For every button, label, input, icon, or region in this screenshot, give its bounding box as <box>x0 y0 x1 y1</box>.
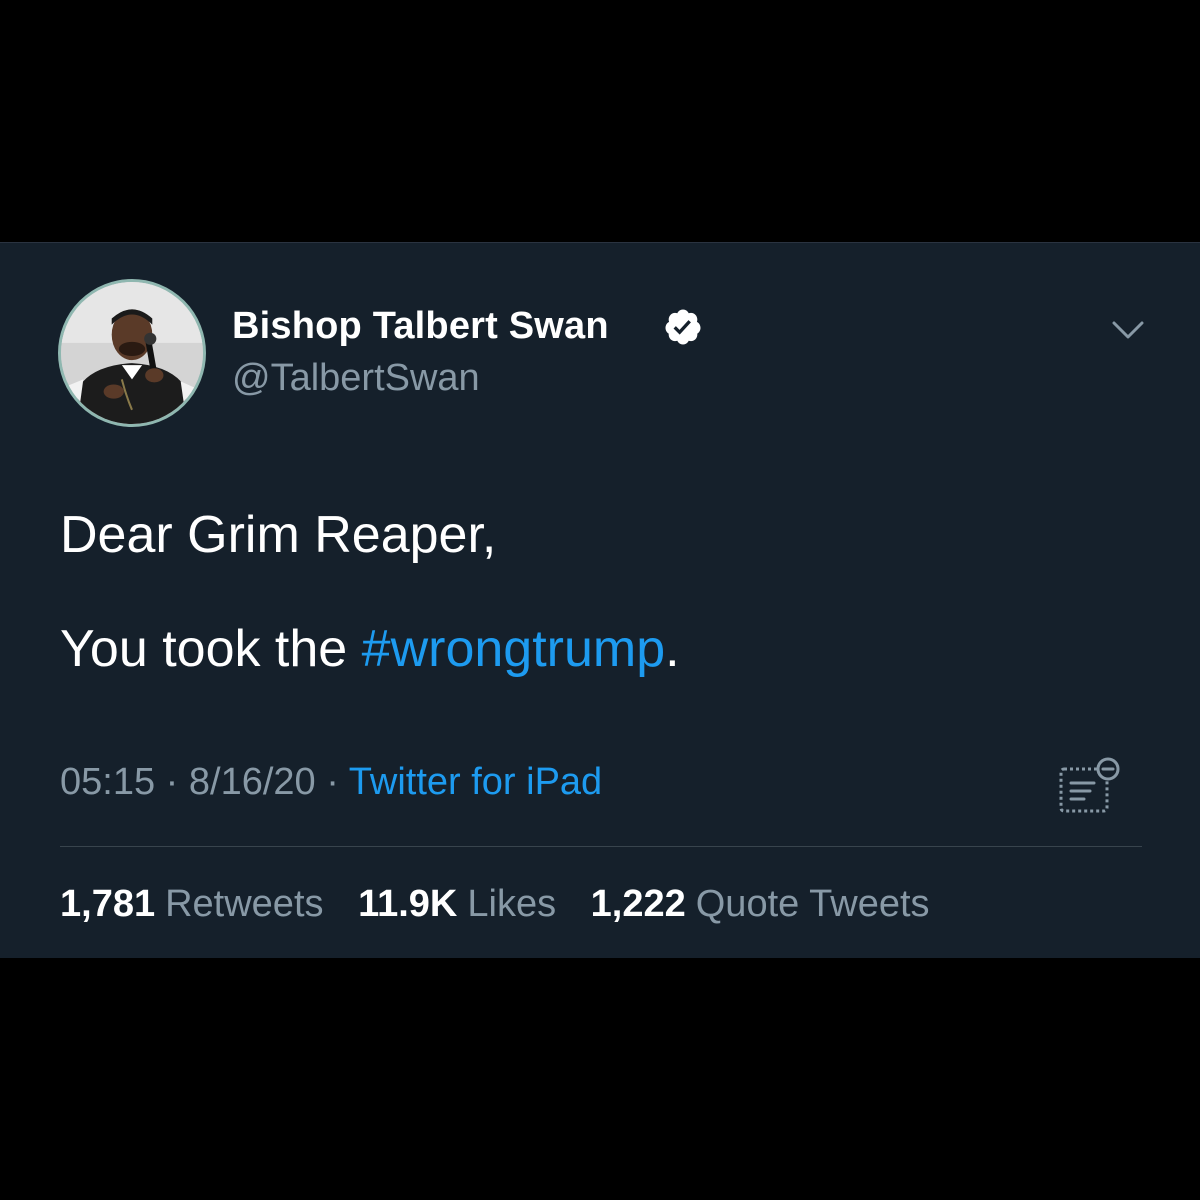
retweets-label: Retweets <box>165 883 324 925</box>
retweets-count: 1,781 <box>60 883 156 925</box>
author-display-name[interactable]: Bishop Talbert Swan <box>232 305 609 348</box>
tweet-source-link[interactable]: Twitter for iPad <box>349 761 602 803</box>
author-handle[interactable]: @TalbertSwan <box>232 357 480 400</box>
likes-label: Likes <box>467 883 557 925</box>
tweet-text-line1: Dear Grim Reaper, <box>60 506 497 564</box>
tweet-stats: 1,781 Retweets 11.9K Likes 1,222 Quote Twee… <box>60 883 954 926</box>
tweet-time[interactable]: 05:15 <box>60 761 155 803</box>
chevron-down-icon[interactable] <box>1108 315 1148 345</box>
tweet-text-prefix: You took the <box>60 620 362 678</box>
tweet-text-suffix: . <box>665 620 680 678</box>
tweet-card: Bishop Talbert Swan @TalbertSwan Dear Gr… <box>0 242 1200 958</box>
tweet-meta: 05:15 · 8/16/20 · Twitter for iPad <box>60 761 602 804</box>
quote-tweets-count: 1,222 <box>590 883 686 925</box>
tweet-date[interactable]: 8/16/20 <box>189 761 316 803</box>
meta-separator: · <box>326 761 339 803</box>
avatar-photo <box>61 282 203 424</box>
avatar[interactable] <box>58 279 206 427</box>
retweets-stat[interactable]: 1,781 Retweets <box>60 883 324 925</box>
tweet-text-line2: You took the #wrongtrump. <box>60 623 680 675</box>
quote-tweets-label: Quote Tweets <box>695 883 930 925</box>
meta-separator: · <box>165 761 179 803</box>
hashtag-link[interactable]: #wrongtrump <box>362 620 665 678</box>
screenshot-frame: Bishop Talbert Swan @TalbertSwan Dear Gr… <box>0 0 1200 1200</box>
divider <box>60 846 1142 847</box>
quote-tweets-stat[interactable]: 1,222 Quote Tweets <box>591 883 930 925</box>
verified-badge-icon <box>665 309 701 345</box>
analytics-icon[interactable] <box>1058 755 1124 815</box>
likes-stat[interactable]: 11.9K Likes <box>358 883 556 925</box>
likes-count: 11.9K <box>358 883 458 925</box>
